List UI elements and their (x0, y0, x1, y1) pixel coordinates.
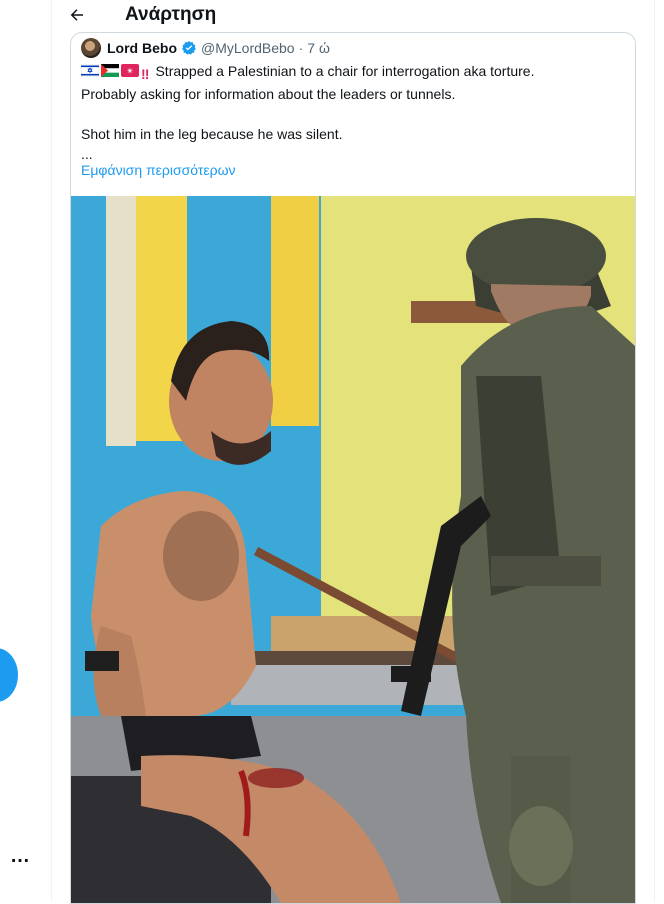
verified-badge-icon (181, 40, 197, 56)
tweet-text-line-1-text: Strapped a Palestinian to a chair for in… (155, 63, 535, 79)
tweet-media-image[interactable] (71, 196, 635, 903)
separator-dot: · (298, 40, 304, 56)
tweet-text: ✴ ‼ Strapped a Palestinian to a chair for… (81, 61, 621, 164)
tweet-header: Lord Bebo @MyLordBebo · 7 ώ (81, 37, 330, 59)
tweet-text-line-2: Probably asking for information about th… (81, 86, 456, 102)
show-more-link[interactable]: Εμφάνιση περισσότερων (81, 162, 236, 178)
back-arrow-icon (70, 9, 83, 21)
page-header: Ανάρτηση (52, 0, 654, 30)
svg-text:✴: ✴ (126, 67, 134, 77)
israel-flag-icon (81, 64, 99, 77)
more-options-icon[interactable]: … (10, 846, 31, 866)
avatar[interactable] (81, 38, 101, 58)
red-sign-icon: ✴ (121, 64, 139, 77)
tweet-timestamp[interactable]: 7 ώ (307, 40, 330, 56)
tweet-text-line-3: Shot him in the leg because he was silen… (81, 126, 343, 142)
main-column: Ανάρτηση Lord Bebo @MyLordBebo · 7 ώ ✴ ‼… (51, 0, 655, 904)
author-handle[interactable]: @MyLordBebo (201, 40, 295, 56)
tweet-card[interactable]: Lord Bebo @MyLordBebo · 7 ώ ✴ ‼ Strapped… (70, 32, 636, 904)
left-rail: … (0, 0, 50, 902)
back-button[interactable] (64, 2, 90, 28)
palestine-flag-icon (101, 64, 119, 77)
compose-post-button[interactable] (0, 648, 18, 702)
author-name[interactable]: Lord Bebo (107, 40, 177, 56)
tweet-text-line-4: ... (81, 146, 93, 162)
page-title: Ανάρτηση (125, 4, 217, 25)
tweet-text-line-1: ✴ ‼ Strapped a Palestinian to a chair for… (81, 61, 621, 84)
photo-illustration (71, 196, 635, 903)
tweet-text-spacer (81, 104, 621, 124)
double-exclamation-icon: ‼ (141, 66, 150, 82)
